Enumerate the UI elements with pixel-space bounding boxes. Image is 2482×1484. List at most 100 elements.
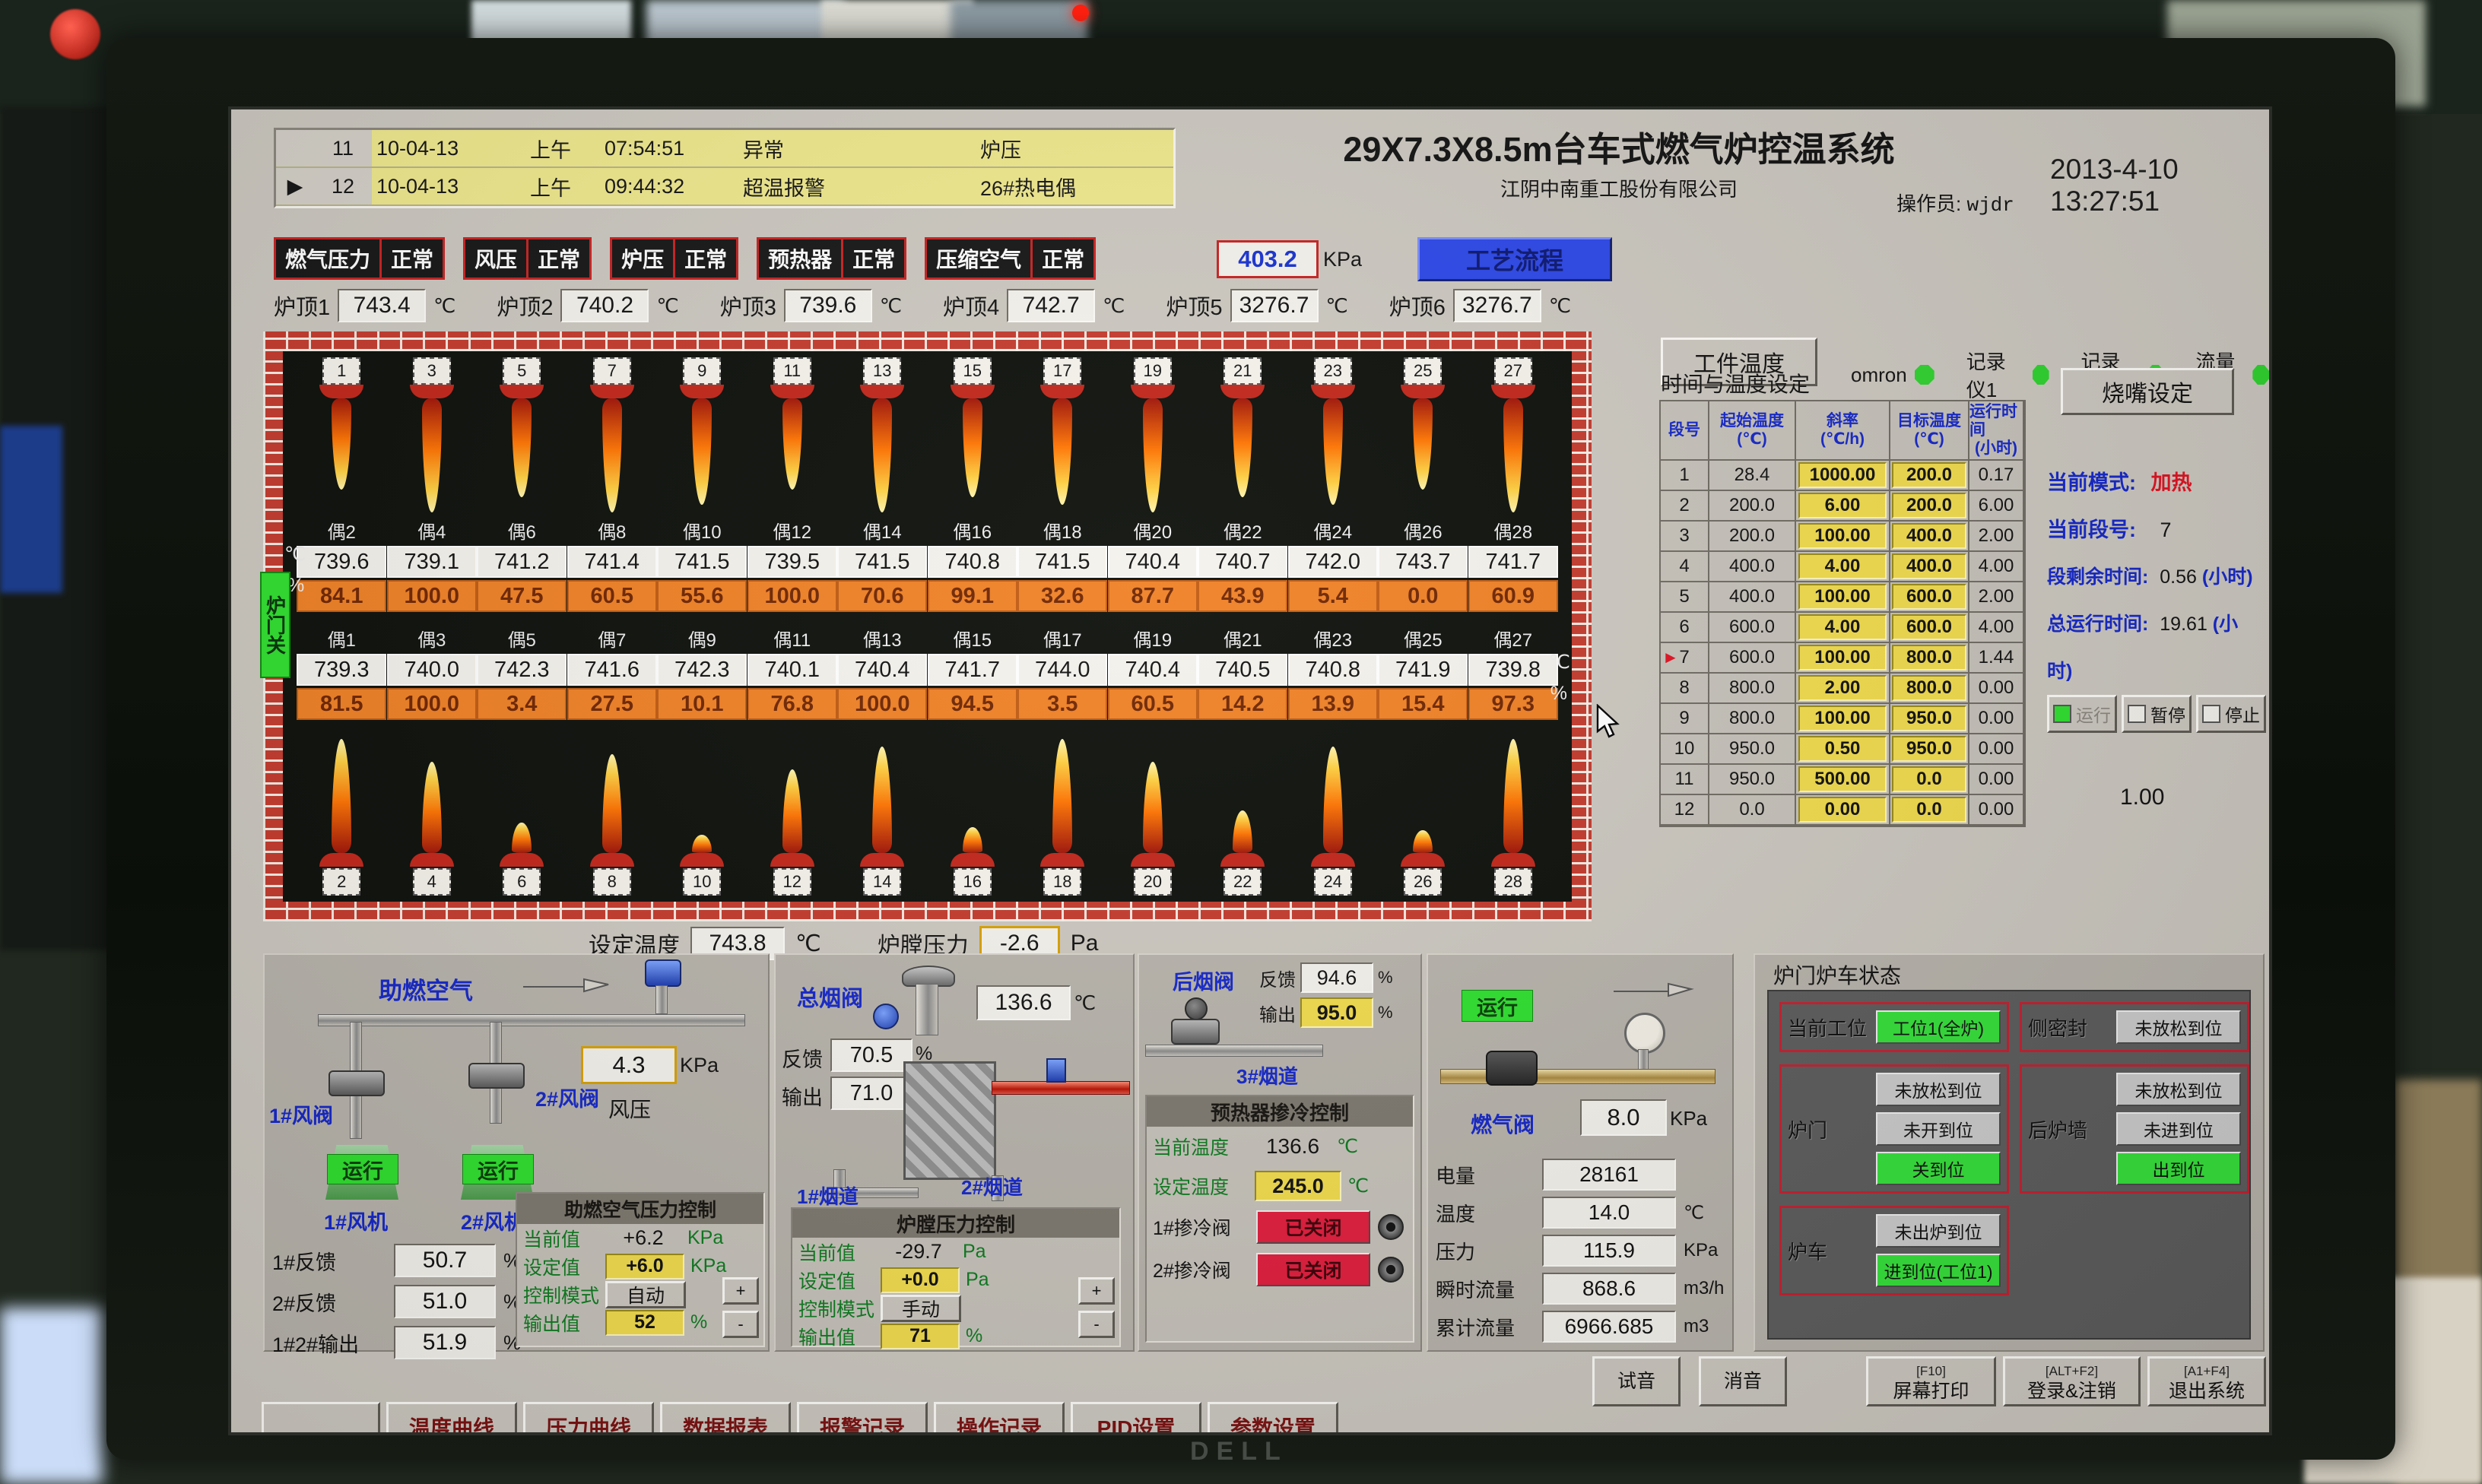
alarm-date: 10-04-13 <box>372 168 525 205</box>
thermocouple-readout: 偶2739.684.1 <box>297 517 386 612</box>
setpoint-cell[interactable]: 950.0 <box>1892 706 1966 731</box>
nav-tab-4[interactable]: 数据报表 <box>660 1402 791 1435</box>
setpoint-cell[interactable]: 800.0 <box>1892 645 1966 671</box>
setpoint-input[interactable]: 52 <box>605 1310 684 1336</box>
thermocouple-readout: 偶11740.176.8 <box>747 625 837 720</box>
setpoint-cell[interactable]: 100.00 <box>1798 645 1887 671</box>
setpoint-cell[interactable]: 0.0 <box>1892 797 1966 823</box>
status-indicator-4: 预热器正常 <box>757 237 906 280</box>
setpoint-cell[interactable]: 100.00 <box>1798 584 1887 610</box>
setpoint-input[interactable]: +0.0 <box>881 1267 960 1293</box>
unit-celsius: ℃ <box>656 294 678 318</box>
setpoint-cell[interactable]: 200.0 <box>1892 462 1966 488</box>
increase-button[interactable]: + <box>1078 1277 1115 1305</box>
pipe <box>655 985 668 1014</box>
burner-port-icon <box>319 385 363 398</box>
program-row-4: 4400.04.00400.04.00 <box>1661 552 2024 582</box>
burner-bottom <box>297 739 386 867</box>
process-flow-button[interactable]: 工艺流程 <box>1417 237 1612 281</box>
setpoint-cell[interactable]: 950.0 <box>1892 736 1966 762</box>
nav-tab-8[interactable]: 参数设置 <box>1208 1402 1338 1435</box>
function-button-1[interactable]: 试音 <box>1592 1356 1681 1406</box>
setpoint-input[interactable]: 71 <box>881 1324 960 1349</box>
decrease-button[interactable]: - <box>1078 1311 1115 1338</box>
setpoint-cell[interactable]: 4.00 <box>1798 614 1887 640</box>
thermocouple-temp: 744.0 <box>1017 654 1107 686</box>
nav-tab-1[interactable] <box>262 1402 380 1435</box>
flame-icon <box>1052 739 1072 853</box>
program-row-10: 10950.00.50950.00.00 <box>1661 734 2024 765</box>
setpoint-cell[interactable]: 0.0 <box>1892 766 1966 792</box>
setpoint-cell[interactable]: 400.0 <box>1892 553 1966 579</box>
function-button-2[interactable]: 消音 <box>1699 1356 1787 1406</box>
alarm-row-12[interactable]: ▶1210-04-13上午09:44:32超温报警26#热电偶 <box>276 168 1173 206</box>
thermocouple-temp: 740.5 <box>1198 654 1287 686</box>
operator-label: 操作员: <box>1896 192 1961 215</box>
burner-top <box>838 385 926 512</box>
program-cell: 0.00 <box>1969 704 2024 733</box>
setpoint-cell[interactable]: 200.0 <box>1892 493 1966 518</box>
decrease-button[interactable]: - <box>722 1311 759 1338</box>
nav-tab-7[interactable]: PID设置 <box>1071 1402 1201 1435</box>
alarm-marker: ▶ <box>276 168 314 205</box>
roof-label: 炉顶5 <box>1166 290 1222 322</box>
photo-scene: DELL 1110-04-13上午07:54:51异常炉压▶1210-04-13… <box>0 0 2482 1484</box>
thermocouple-label: 偶23 <box>1288 625 1378 652</box>
setpoint-cell[interactable]: 100.00 <box>1798 523 1887 549</box>
run-state-button-3[interactable]: 停止 <box>2196 695 2266 733</box>
fan-feedback-row: 1#反馈50.7% <box>272 1244 521 1277</box>
burner-number: 6 <box>503 868 541 896</box>
function-button-5[interactable]: [A1+F4]退出系统 <box>2147 1356 2266 1406</box>
setpoint-cell[interactable]: 6.00 <box>1798 493 1887 518</box>
mode-button[interactable]: 自动 <box>605 1281 686 1308</box>
thermocouple-label: 偶15 <box>928 625 1017 652</box>
function-button-4[interactable]: [ALT+F2]登录&注销 <box>2003 1356 2141 1406</box>
setpoint-cell[interactable]: 4.00 <box>1798 553 1887 579</box>
setpoint-cell[interactable]: 500.00 <box>1798 766 1887 792</box>
status-indicator-5: 压缩空气正常 <box>925 237 1096 280</box>
flame-icon <box>1143 762 1163 853</box>
status-indicator-3: 炉压正常 <box>610 237 738 280</box>
flow-arrow-icon <box>520 970 611 997</box>
unit-celsius: ℃ <box>1337 1135 1358 1158</box>
setpoint-cell[interactable]: 0.00 <box>1798 797 1887 823</box>
setpoint-cell[interactable]: 1000.00 <box>1798 462 1887 488</box>
nav-tab-2[interactable]: 温度曲线 <box>386 1402 517 1435</box>
alarm-row-11[interactable]: 1110-04-13上午07:54:51异常炉压 <box>276 130 1173 168</box>
setpoint-cell[interactable]: 800.0 <box>1892 675 1966 701</box>
setpoint-cell[interactable]: 600.0 <box>1892 584 1966 610</box>
sensor-icon <box>1046 1058 1066 1083</box>
thermocouple-output-pct: 10.1 <box>657 688 747 720</box>
run-state-button-2[interactable]: 暂停 <box>2122 695 2192 733</box>
setpoint-cell[interactable]: 2.00 <box>1798 675 1887 701</box>
thermocouple-output-pct: 60.5 <box>567 580 657 612</box>
eye-icon[interactable] <box>1378 1214 1404 1240</box>
control-label: 输出值 <box>798 1323 874 1350</box>
setpoint-cell[interactable]: 600.0 <box>1892 614 1966 640</box>
feedback-value: 51.9 <box>394 1326 496 1359</box>
burner-port-icon <box>680 853 724 867</box>
run-state-button-1[interactable]: 运行 <box>2047 695 2117 733</box>
row-label: 设定温度 <box>1153 1172 1249 1200</box>
control-row: 设定值+0.0Pa <box>792 1266 1119 1294</box>
increase-button[interactable]: + <box>722 1277 759 1305</box>
setpoint-cell[interactable]: 100.00 <box>1798 706 1887 731</box>
burner-top <box>748 385 836 490</box>
mode-button[interactable]: 手动 <box>881 1295 961 1322</box>
nav-tab-5[interactable]: 报警记录 <box>797 1402 928 1435</box>
flame-icon <box>512 823 532 853</box>
setpoint-cell[interactable]: 400.0 <box>1892 523 1966 549</box>
nav-tab-6[interactable]: 操作记录 <box>934 1402 1065 1435</box>
meter-value: 115.9 <box>1542 1235 1676 1267</box>
burner-number: 24 <box>1314 868 1352 896</box>
thermocouple-temp: 741.2 <box>477 546 567 578</box>
function-button-3[interactable]: [F10]屏幕打印 <box>1866 1356 1996 1406</box>
eye-icon[interactable] <box>1378 1257 1404 1283</box>
preheater-cooling-control-panel: 预热器掺冷控制 当前温度 136.6 ℃ 设定温度 245.0 ℃ 1#掺冷阀已… <box>1145 1095 1414 1343</box>
setpoint-cell[interactable]: 0.50 <box>1798 736 1887 762</box>
burner-settings-button[interactable]: 烧嘴设定 <box>2061 368 2234 415</box>
setpoint-input[interactable]: +6.0 <box>605 1254 684 1279</box>
control-panel-title: 助燃空气压力控制 <box>517 1194 763 1224</box>
set-temp-input[interactable]: 245.0 <box>1255 1171 1341 1201</box>
nav-tab-3[interactable]: 压力曲线 <box>523 1402 654 1435</box>
